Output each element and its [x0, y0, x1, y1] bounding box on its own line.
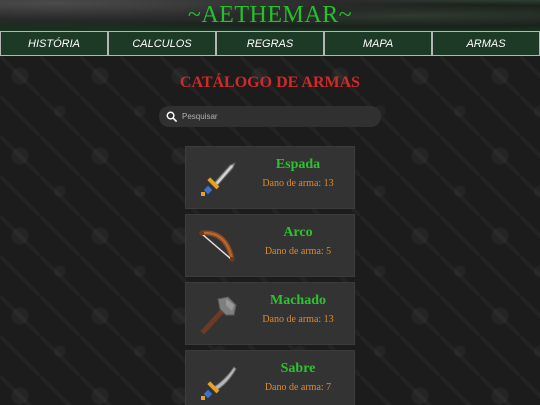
search-bar: [159, 106, 381, 127]
weapon-damage: Dano de arma: 13: [262, 314, 334, 325]
nav-item-armas[interactable]: ARMAS: [432, 31, 540, 56]
axe-icon: [196, 293, 240, 337]
search-input[interactable]: [182, 112, 372, 121]
weapon-card-machado[interactable]: Machado Dano de arma: 13: [185, 282, 355, 345]
weapon-card-arco[interactable]: Arco Dano de arma: 5: [185, 214, 355, 277]
saber-icon: [196, 361, 240, 405]
weapon-card-espada[interactable]: Espada Dano de arma: 13: [185, 146, 355, 209]
weapon-name: Espada: [275, 157, 321, 172]
weapon-name: Machado: [270, 293, 326, 308]
site-title: ~AETHEMAR~: [187, 2, 353, 28]
nav-item-mapa[interactable]: MAPA: [324, 31, 432, 56]
search-icon[interactable]: [160, 106, 182, 127]
weapon-damage: Dano de arma: 7: [264, 382, 332, 393]
weapon-name: Arco: [283, 225, 313, 240]
main-nav: HISTÓRIA CALCULOS REGRAS MAPA ARMAS: [0, 31, 540, 56]
site-header: ~AETHEMAR~: [0, 0, 540, 31]
weapon-card-sabre[interactable]: Sabre Dano de arma: 7: [185, 350, 355, 405]
weapon-damage: Dano de arma: 5: [264, 246, 332, 257]
nav-item-calculos[interactable]: CALCULOS: [108, 31, 216, 56]
sword-icon: [196, 157, 240, 201]
page-title: CATÁLOGO DE ARMAS: [179, 74, 361, 91]
weapon-damage: Dano de arma: 13: [262, 178, 334, 189]
nav-item-historia[interactable]: HISTÓRIA: [0, 31, 108, 56]
bow-icon: [196, 225, 240, 269]
nav-item-regras[interactable]: REGRAS: [216, 31, 324, 56]
main-content: CATÁLOGO DE ARMAS Espada Dano de arma: 1…: [0, 56, 540, 405]
weapon-name: Sabre: [280, 361, 316, 376]
